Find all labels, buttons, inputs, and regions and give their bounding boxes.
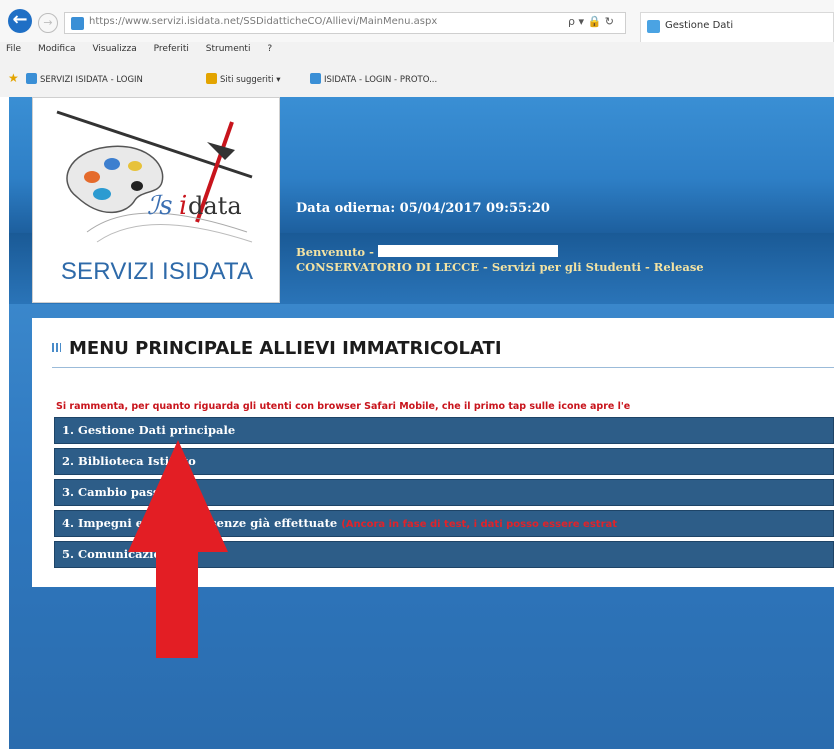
tab-favicon-icon: [647, 20, 660, 33]
forward-arrow-icon[interactable]: →: [38, 13, 58, 33]
current-date: Data odierna: 05/04/2017 09:55:20: [296, 201, 550, 216]
favorite-label: ISIDATA - LOGIN - PROTO...: [324, 75, 438, 85]
panel-title-text: MENU PRINCIPALE ALLIEVI IMMATRICOLATI: [69, 338, 502, 359]
favorite-label: Siti suggeriti ▾: [220, 75, 281, 85]
safari-notice: Si rammenta, per quanto riguarda gli ute…: [56, 401, 631, 412]
svg-text:i: i: [179, 191, 187, 221]
favorite-label: SERVIZI ISIDATA - LOGIN: [40, 75, 143, 85]
svg-text:ℐs: ℐs: [147, 191, 173, 221]
address-bar[interactable]: https://www.servizi.isidata.net/SSDidatt…: [64, 12, 626, 34]
favorite-link-1[interactable]: SERVIZI ISIDATA - LOGIN: [26, 73, 143, 85]
back-arrow-icon[interactable]: ←: [8, 9, 32, 33]
isidata-logo: ℐs i data SERVIZI ISIDATA: [32, 97, 280, 303]
title-divider: [52, 367, 834, 368]
browser-chrome: ← → https://www.servizi.isidata.net/SSDi…: [0, 0, 834, 97]
browser-tab[interactable]: Gestione Dati: [640, 12, 834, 42]
bullet-icon: [52, 343, 61, 352]
menu-strumenti[interactable]: Strumenti: [206, 44, 251, 54]
favorite-link-3[interactable]: ISIDATA - LOGIN - PROTO...: [310, 73, 437, 85]
menu-item-warning: (Ancora in fase di test, i dati posso es…: [341, 519, 618, 530]
suggested-sites-icon: [206, 73, 217, 84]
welcome-block: Benvenuto - CONSERVATORIO DI LECCE - Ser…: [296, 245, 704, 275]
menu-item-label: 1. Gestione Dati principale: [62, 423, 236, 437]
url-text[interactable]: https://www.servizi.isidata.net/SSDidatt…: [89, 16, 437, 27]
red-up-arrow-icon: [128, 440, 228, 658]
browser-menu-bar: File Modifica Visualizza Preferiti Strum…: [0, 44, 834, 62]
address-row: ← → https://www.servizi.isidata.net/SSDi…: [0, 0, 834, 42]
favorite-link-2[interactable]: Siti suggeriti ▾: [206, 73, 281, 85]
redacted-username: [377, 245, 558, 257]
menu-preferiti[interactable]: Preferiti: [154, 44, 189, 54]
site-favicon-icon: [71, 17, 84, 30]
menu-file[interactable]: File: [6, 44, 21, 54]
menu-visualizza[interactable]: Visualizza: [92, 44, 136, 54]
panel-title: MENU PRINCIPALE ALLIEVI IMMATRICOLATI: [52, 338, 502, 359]
menu-help[interactable]: ?: [267, 44, 272, 54]
palette-logo-icon: ℐs i data: [56, 110, 253, 243]
address-tools[interactable]: ρ ▾ 🔒 ↻: [568, 15, 614, 28]
page-icon: [26, 73, 37, 84]
welcome-label: Benvenuto -: [296, 245, 374, 259]
favorites-bar: ★ SERVIZI ISIDATA - LOGIN Siti suggeriti…: [0, 66, 834, 90]
menu-modifica[interactable]: Modifica: [38, 44, 76, 54]
tab-title: Gestione Dati: [665, 20, 734, 31]
svg-text:data: data: [188, 192, 242, 220]
page-icon: [310, 73, 321, 84]
logo-caption: SERVIZI ISIDATA: [60, 258, 254, 285]
star-icon[interactable]: ★: [8, 71, 19, 85]
institution-line: CONSERVATORIO DI LECCE - Servizi per gli…: [296, 260, 704, 274]
